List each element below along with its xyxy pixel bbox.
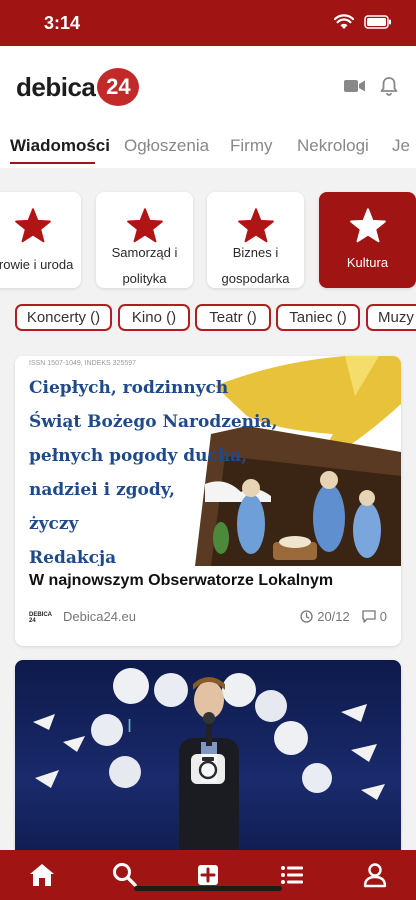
category-card-samorzad[interactable]: Samorząd i polityka: [96, 192, 193, 288]
star-icon: [349, 208, 386, 243]
home-icon: [30, 864, 54, 886]
article-title[interactable]: W najnowszym Obserwatorze Lokalnym: [29, 572, 333, 590]
category-label: Samorząd i polityka: [96, 240, 193, 292]
search-icon: [113, 863, 137, 887]
chip-koncerty[interactable]: Koncerty (): [15, 304, 112, 331]
greeting-line-2: Świąt Bożego Narodzenia,: [29, 412, 278, 432]
svg-text:I: I: [127, 716, 132, 736]
category-label-line2: polityka: [122, 271, 167, 286]
bell-icon[interactable]: [380, 76, 398, 96]
comment-icon: [362, 610, 376, 623]
chip-teatr[interactable]: Teatr (): [195, 304, 271, 331]
source-name: Debica24.eu: [63, 609, 136, 624]
category-label: Kultura: [346, 255, 389, 270]
section-tabs: Wiadomości Ogłoszenia Firmy Nekrologi Je: [0, 126, 416, 168]
star-icon: [14, 208, 51, 243]
greeting-line-5: życzy: [29, 514, 79, 534]
article-date: 20/12: [317, 609, 350, 624]
category-card-zdrowie[interactable]: drowie i uroda: [0, 192, 81, 288]
chip-muzyka[interactable]: Muzy: [366, 304, 416, 331]
tab-ogloszenia[interactable]: Ogłoszenia: [124, 136, 209, 156]
article-card[interactable]: ISSN 1507-1049, INDEKS 325597 Ciepłych, …: [15, 356, 401, 646]
camera-overlay[interactable]: [191, 754, 225, 784]
battery-icon: [364, 15, 391, 29]
chip-kino[interactable]: Kino (): [118, 304, 190, 331]
greeting-line-4: nadziei i zgody,: [29, 480, 175, 500]
category-label: Biznes i gospodarka: [207, 240, 304, 292]
article-card[interactable]: I: [15, 660, 401, 860]
category-label-line1: Samorząd i: [111, 245, 178, 260]
chip-taniec[interactable]: Taniec (): [276, 304, 360, 331]
category-card-kultura[interactable]: Kultura: [319, 192, 416, 288]
status-time: 3:14: [44, 13, 81, 33]
tab-firmy[interactable]: Firmy: [230, 136, 272, 156]
logo-text: debica: [16, 71, 96, 102]
tab-nekrologi[interactable]: Nekrologi: [297, 136, 369, 156]
greeting-line-3: pełnych pogody ducha,: [29, 446, 248, 466]
category-card-biznes[interactable]: Biznes i gospodarka: [207, 192, 304, 288]
clock-icon: [300, 610, 313, 623]
nav-search[interactable]: [111, 862, 139, 888]
home-indicator: [134, 886, 282, 891]
meta-right: 20/12 0: [300, 609, 387, 624]
comment-count: 0: [379, 609, 387, 624]
add-icon: [198, 865, 218, 885]
nav-list[interactable]: [278, 862, 306, 888]
nav-profile[interactable]: [361, 862, 389, 888]
app-header: debica 24: [0, 46, 416, 126]
bottom-navigation: [0, 850, 416, 900]
app-logo[interactable]: debica 24: [16, 68, 140, 106]
category-label: drowie i uroda: [0, 257, 74, 272]
star-icon: [126, 208, 163, 243]
greeting-line-6: Redakcja: [29, 548, 117, 566]
status-icons: [334, 14, 392, 30]
category-label-line1: Biznes i: [232, 245, 279, 260]
active-tab-indicator: [10, 162, 95, 164]
nav-home[interactable]: [28, 862, 56, 888]
profile-icon: [363, 863, 387, 888]
tab-partial[interactable]: Je: [392, 136, 410, 156]
tab-wiadomosci[interactable]: Wiadomości: [10, 136, 110, 156]
wifi-icon: [334, 14, 354, 29]
category-label-line2: gospodarka: [221, 271, 290, 286]
nav-add[interactable]: [194, 862, 222, 888]
article-image[interactable]: I: [15, 660, 401, 860]
camera-icon: [198, 757, 218, 780]
issn-text: ISSN 1507-1049, INDEKS 325597: [29, 360, 137, 367]
video-camera-icon[interactable]: [344, 78, 366, 94]
star-icon: [237, 208, 274, 243]
article-meta: DEBICA 24 Debica24.eu 20/12 0: [29, 609, 387, 627]
header-actions: [344, 76, 398, 96]
article-image[interactable]: ISSN 1507-1049, INDEKS 325597 Ciepłych, …: [15, 356, 401, 566]
greeting-line-1: Ciepłych, rodzinnych: [29, 378, 229, 398]
logo-badge: 24: [97, 68, 140, 106]
source-logo: DEBICA 24: [29, 612, 52, 624]
status-bar: 3:14: [0, 0, 416, 46]
list-icon: [281, 866, 303, 884]
